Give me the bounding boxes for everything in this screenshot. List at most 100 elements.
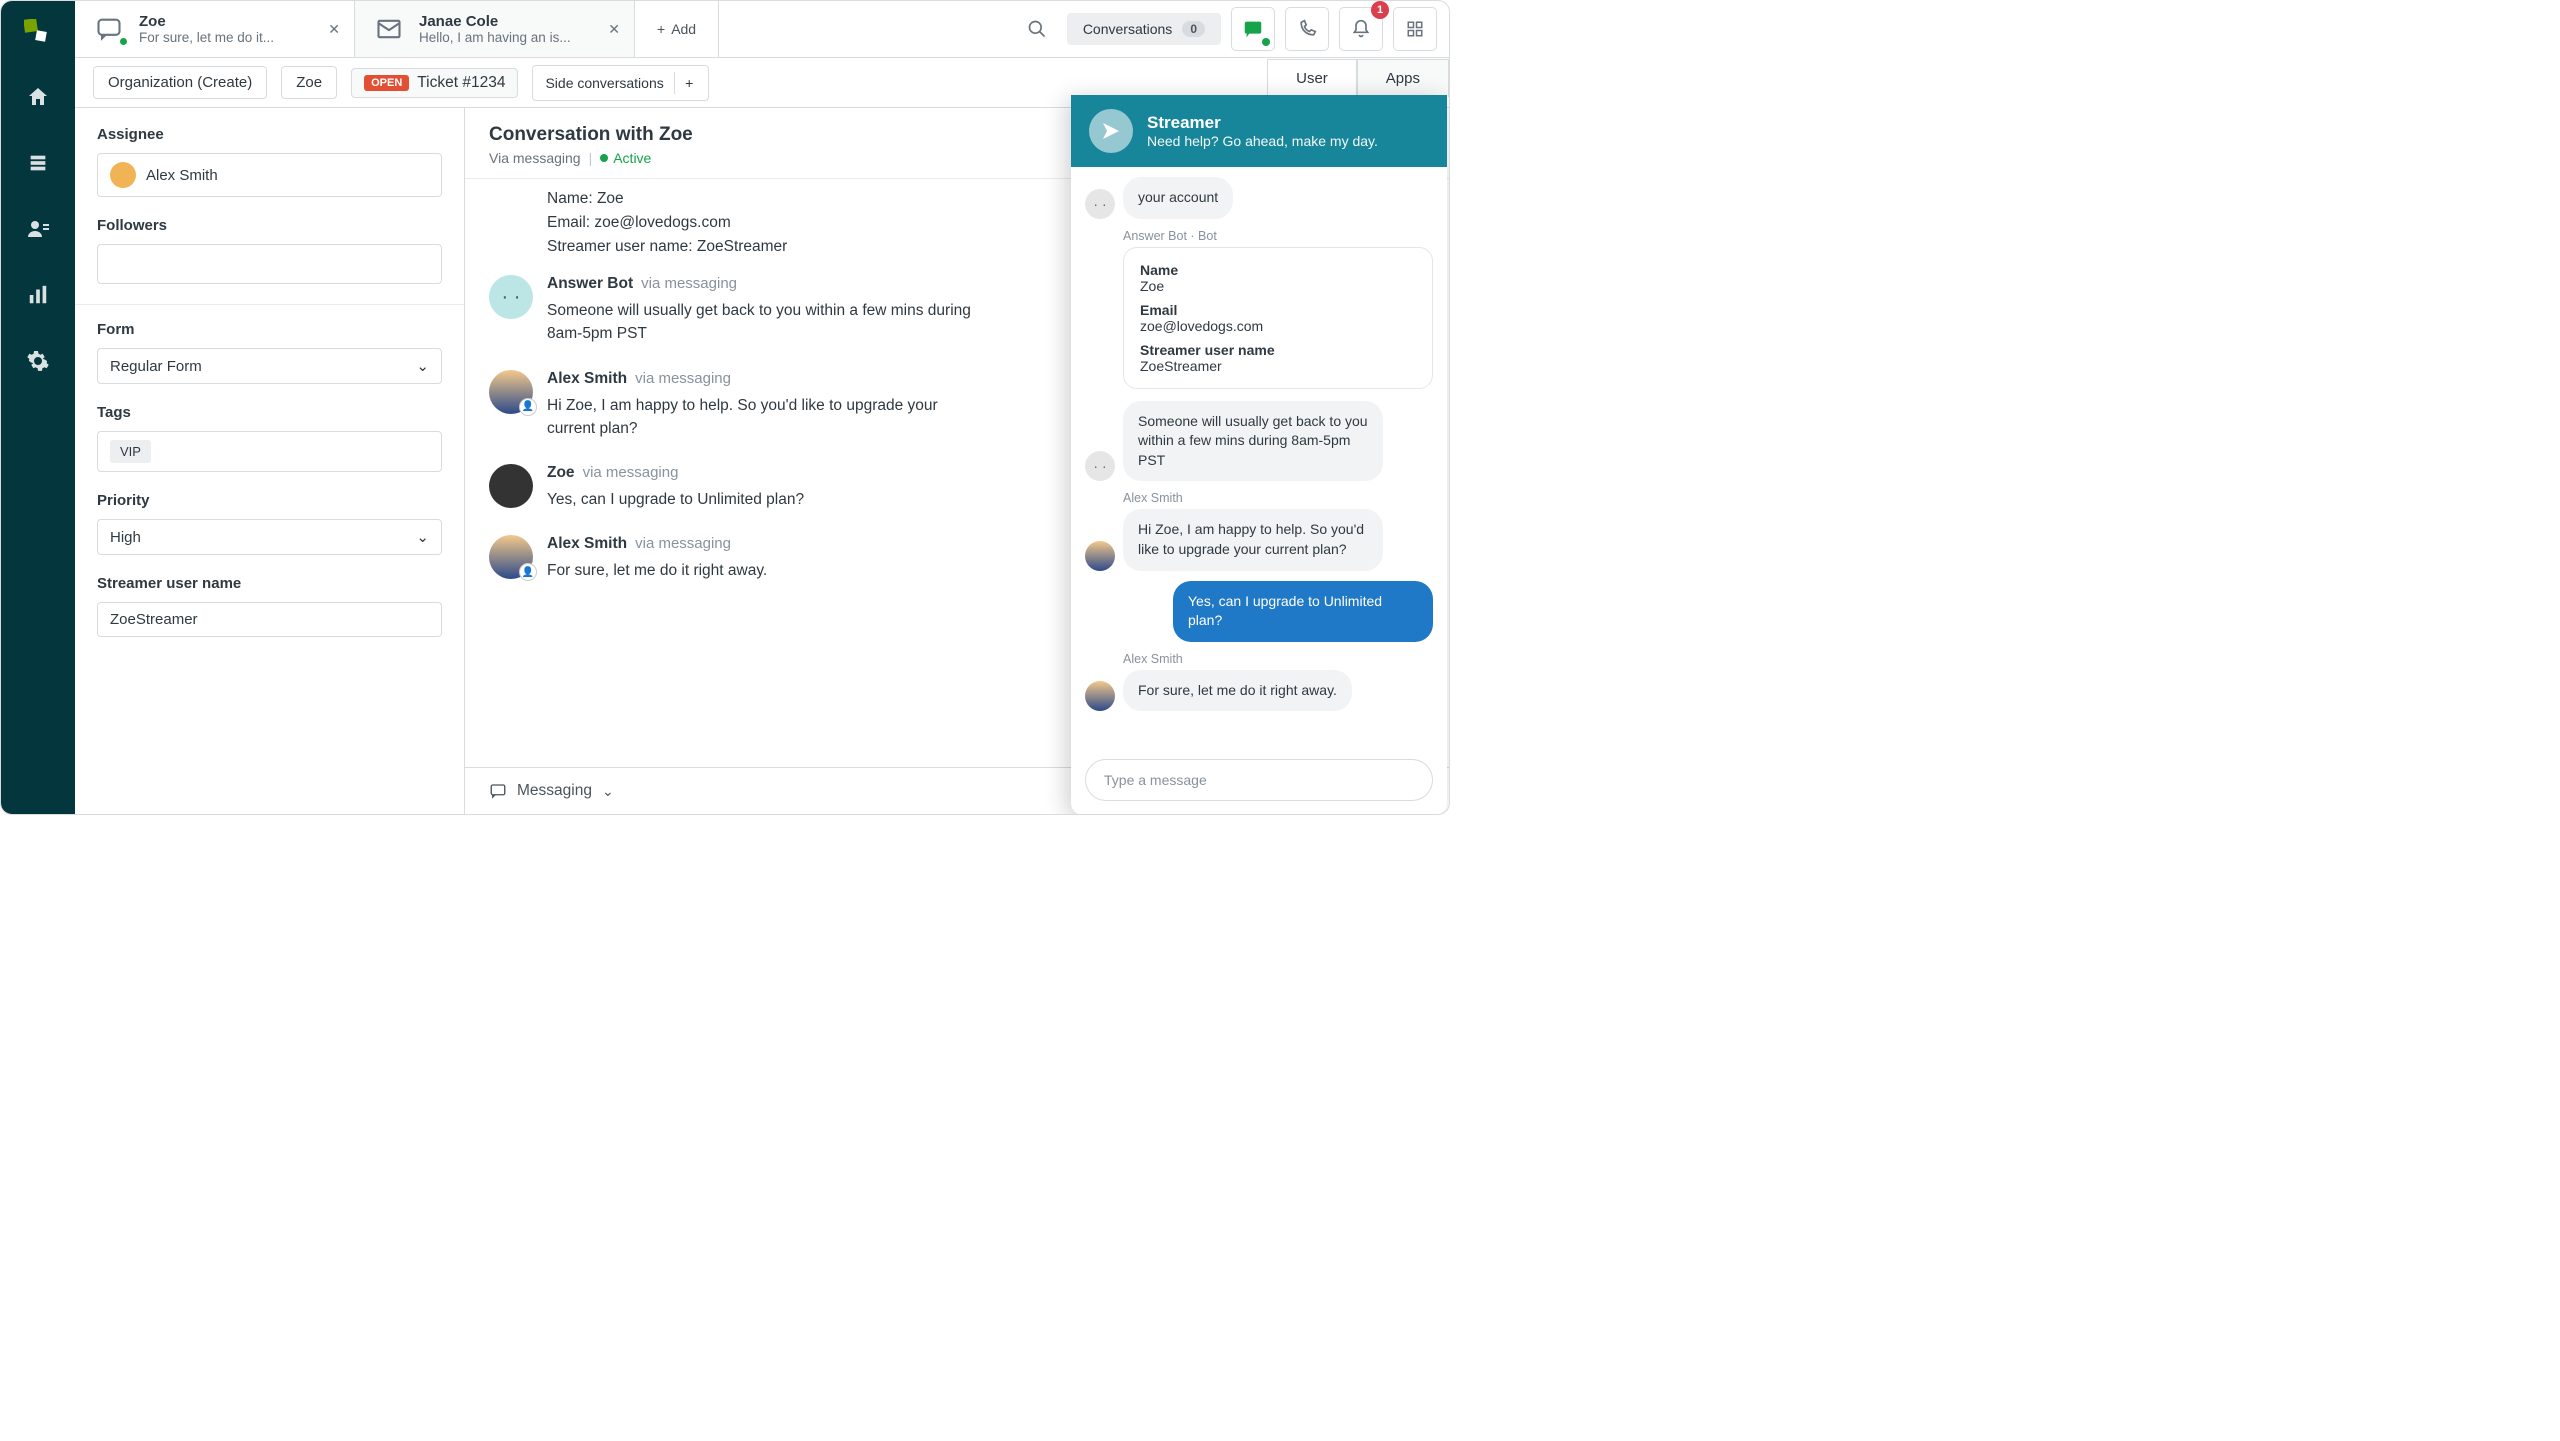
tag-chip: VIP <box>110 440 151 463</box>
chevron-down-icon: ⌄ <box>416 528 429 546</box>
message-channel: via messaging <box>583 464 679 481</box>
message-author: Zoe <box>547 464 575 482</box>
priority-select[interactable]: High ⌄ <box>97 519 442 555</box>
nav-views[interactable] <box>22 147 54 179</box>
context-tabs: User Apps <box>1267 59 1449 97</box>
message-channel: via messaging <box>641 275 737 292</box>
streamer-value: ZoeStreamer <box>110 611 198 628</box>
assignee-field[interactable]: Alex Smith <box>97 153 442 197</box>
add-tab-button[interactable]: + Add <box>635 1 719 57</box>
apps-grid-button[interactable] <box>1393 7 1437 51</box>
message-text: For sure, let me do it right away. <box>547 559 987 582</box>
followers-label: Followers <box>97 217 442 234</box>
card-streamer-label: Streamer user name <box>1140 342 1416 358</box>
message-text: Hi Zoe, I am happy to help. So you'd lik… <box>547 394 987 441</box>
close-icon[interactable]: ✕ <box>608 21 620 38</box>
breadcrumb-org[interactable]: Organization (Create) <box>93 66 267 99</box>
chevron-down-icon: ⌄ <box>416 357 429 375</box>
side-conversations[interactable]: Side conversations + <box>532 65 708 101</box>
mail-icon <box>371 11 407 47</box>
notification-badge: 1 <box>1371 1 1389 19</box>
nav-reporting[interactable] <box>22 279 54 311</box>
ticket-number: Ticket #1234 <box>417 74 505 92</box>
notifications-button[interactable]: 1 <box>1339 7 1383 51</box>
tab-zoe[interactable]: Zoe For sure, let me do it... ✕ <box>75 1 355 57</box>
streamer-widget: Streamer Need help? Go ahead, make my da… <box>1071 95 1447 815</box>
widget-title: Streamer <box>1147 113 1378 133</box>
bot-avatar-icon: · · <box>1085 451 1115 481</box>
close-icon[interactable]: ✕ <box>328 21 340 38</box>
form-value: Regular Form <box>110 358 202 375</box>
card-name-label: Name <box>1140 262 1416 278</box>
phone-button[interactable] <box>1285 7 1329 51</box>
streamer-field[interactable]: ZoeStreamer <box>97 602 442 637</box>
priority-value: High <box>110 529 141 546</box>
message-text: Someone will usually get back to you wit… <box>547 299 987 346</box>
conversations-label: Conversations <box>1083 21 1173 37</box>
priority-label: Priority <box>97 492 442 509</box>
followers-field[interactable] <box>97 244 442 284</box>
tab-apps[interactable]: Apps <box>1357 59 1449 97</box>
plus-icon: + <box>657 21 665 37</box>
streamer-label: Streamer user name <box>97 575 442 592</box>
nav-home[interactable] <box>22 81 54 113</box>
avatar-agent: 👤 <box>489 370 533 414</box>
bot-message: Someone will usually get back to you wit… <box>1123 401 1383 482</box>
sender-label: Alex Smith <box>1123 652 1433 666</box>
nav-admin[interactable] <box>22 345 54 377</box>
message-channel: via messaging <box>635 535 731 552</box>
agent-message: For sure, let me do it right away. <box>1123 670 1352 712</box>
widget-body[interactable]: · · your account Answer Bot · Bot Name Z… <box>1071 167 1447 753</box>
side-convo-label: Side conversations <box>545 75 663 91</box>
breadcrumb-user[interactable]: Zoe <box>281 66 337 99</box>
bot-avatar-icon: · · <box>1085 189 1115 219</box>
tab-subtitle: For sure, let me do it... <box>139 30 274 45</box>
assignee-value: Alex Smith <box>146 167 218 184</box>
conversation-channel: Via messaging <box>489 150 581 166</box>
avatar-agent: 👤 <box>489 535 533 579</box>
assignee-label: Assignee <box>97 126 442 143</box>
tab-title: Zoe <box>139 13 274 30</box>
conversations-count: 0 <box>1182 21 1205 37</box>
conversations-dropdown[interactable]: Conversations 0 <box>1067 13 1221 45</box>
streamer-logo-icon <box>1089 109 1133 153</box>
tags-field[interactable]: VIP <box>97 431 442 472</box>
chat-status-button[interactable] <box>1231 7 1275 51</box>
tab-janae[interactable]: Janae Cole Hello, I am having an is... ✕ <box>355 1 635 57</box>
widget-subtitle: Need help? Go ahead, make my day. <box>1147 133 1378 149</box>
sender-label: Alex Smith <box>1123 491 1433 505</box>
tab-user[interactable]: User <box>1267 59 1357 97</box>
compose-label: Messaging <box>517 782 592 800</box>
tabbar: Zoe For sure, let me do it... ✕ Janae Co… <box>75 1 1449 58</box>
card-streamer-value: ZoeStreamer <box>1140 358 1416 374</box>
agent-message: Hi Zoe, I am happy to help. So you'd lik… <box>1123 509 1383 570</box>
ticket-properties-panel: Assignee Alex Smith Followers Form Regul… <box>75 108 465 814</box>
search-button[interactable] <box>1017 9 1057 49</box>
info-card: Name Zoe Email zoe@lovedogs.com Streamer… <box>1123 247 1433 389</box>
conversation-title: Conversation with Zoe <box>489 124 693 146</box>
card-email-value: zoe@lovedogs.com <box>1140 318 1416 334</box>
add-label: Add <box>671 21 696 37</box>
card-name-value: Zoe <box>1140 278 1416 294</box>
tab-title: Janae Cole <box>419 13 571 30</box>
tags-label: Tags <box>97 404 442 421</box>
avatar-customer <box>489 464 533 508</box>
message-author: Alex Smith <box>547 370 627 388</box>
widget-message-input[interactable]: Type a message <box>1085 759 1433 801</box>
user-message: Yes, can I upgrade to Unlimited plan? <box>1173 581 1433 642</box>
plus-icon[interactable]: + <box>674 72 696 94</box>
tab-subtitle: Hello, I am having an is... <box>419 30 571 45</box>
message-text: Yes, can I upgrade to Unlimited plan? <box>547 488 987 511</box>
form-select[interactable]: Regular Form ⌄ <box>97 348 442 384</box>
form-label: Form <box>97 321 442 338</box>
status-active: Active <box>600 150 651 166</box>
avatar <box>110 162 136 188</box>
ticket-pill[interactable]: OPEN Ticket #1234 <box>351 68 518 98</box>
nav-customers[interactable] <box>22 213 54 245</box>
chevron-down-icon: ⌄ <box>602 783 614 800</box>
app-logo <box>24 19 52 47</box>
open-badge: OPEN <box>364 75 409 91</box>
bot-message: your account <box>1123 177 1233 219</box>
sender-label: Answer Bot · Bot <box>1123 229 1433 243</box>
agent-avatar <box>1085 681 1115 711</box>
